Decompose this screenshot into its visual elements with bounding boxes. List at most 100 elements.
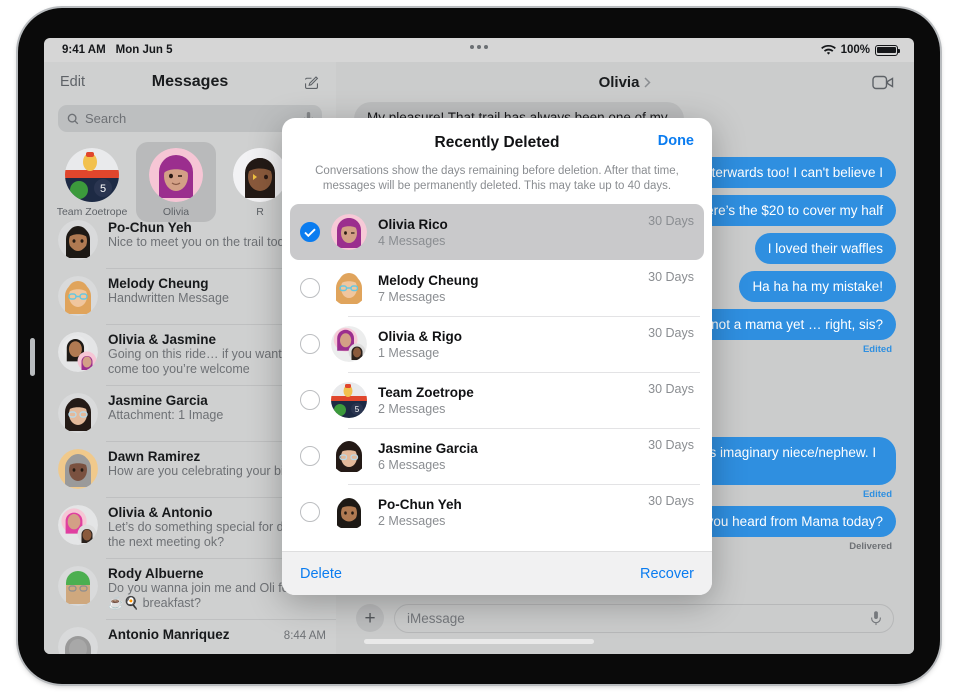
table-row[interactable]: Jasmine Garcia 6 Messages 30 Days bbox=[290, 428, 704, 484]
avatar bbox=[331, 438, 367, 474]
status-bar-right: 100% bbox=[820, 44, 901, 56]
home-indicator[interactable] bbox=[364, 639, 594, 644]
dialog-header: Recently Deleted Done bbox=[282, 118, 712, 152]
avatar bbox=[149, 148, 203, 202]
row-checkbox[interactable] bbox=[300, 446, 320, 466]
contact-name: Dawn Ramirez bbox=[108, 449, 201, 464]
days-remaining: 30 Days bbox=[648, 270, 694, 284]
imessage-input[interactable]: iMessage bbox=[394, 603, 894, 633]
conversation-name: Team Zoetrope bbox=[378, 384, 474, 400]
table-row[interactable]: Melody Cheung 7 Messages 30 Days bbox=[290, 260, 704, 316]
ipad-screen: 9:41 AM Mon Jun 5 100% Edit Messages Sea… bbox=[44, 38, 914, 654]
message-bubble[interactable]: I loved their waffles bbox=[754, 233, 896, 264]
avatar: 5 bbox=[65, 148, 119, 202]
days-remaining: 30 Days bbox=[648, 382, 694, 396]
recover-button[interactable]: Recover bbox=[640, 566, 694, 582]
mic-icon[interactable] bbox=[871, 610, 881, 626]
deleted-conversations-list[interactable]: Olivia Rico 4 Messages 30 Days Melody Ch… bbox=[282, 204, 712, 551]
page-title: Messages bbox=[151, 73, 229, 90]
avatar bbox=[233, 148, 287, 202]
compose-icon[interactable] bbox=[303, 74, 320, 91]
dialog-footer: Delete Recover bbox=[282, 551, 712, 595]
ipad-device-frame: 9:41 AM Mon Jun 5 100% Edit Messages Sea… bbox=[18, 8, 940, 684]
wifi-icon bbox=[820, 44, 836, 55]
status-time: 9:41 AM bbox=[62, 44, 106, 56]
dialog-title: Recently Deleted bbox=[434, 134, 560, 151]
edit-button[interactable]: Edit bbox=[60, 74, 85, 90]
table-row[interactable]: 5 Team Zoetrope 2 Messages 30 Days bbox=[290, 372, 704, 428]
chat-navbar: Olivia bbox=[336, 62, 914, 102]
avatar bbox=[58, 449, 98, 489]
message-bubble[interactable]: Here’s the $20 to cover my half bbox=[683, 195, 896, 226]
message-bubble[interactable]: Ha ha ha my mistake! bbox=[739, 271, 896, 302]
days-remaining: 30 Days bbox=[648, 494, 694, 508]
row-text: Jasmine Garcia 6 Messages bbox=[378, 441, 637, 472]
avatar bbox=[58, 627, 98, 654]
table-row[interactable]: Olivia & Rigo 1 Message 30 Days bbox=[290, 316, 704, 372]
avatar-group bbox=[58, 505, 98, 545]
status-date: Mon Jun 5 bbox=[115, 44, 173, 56]
conversation-name: Jasmine Garcia bbox=[378, 440, 478, 456]
facetime-video-icon[interactable] bbox=[872, 75, 894, 90]
search-placeholder: Search bbox=[85, 111, 127, 126]
avatar-group bbox=[331, 326, 367, 362]
row-text: Melody Cheung 7 Messages bbox=[378, 273, 637, 304]
pinned-item[interactable]: 5 Team Zoetrope bbox=[52, 142, 132, 222]
conversation-name: Po-Chun Yeh bbox=[378, 496, 462, 512]
avatar bbox=[331, 494, 367, 530]
list-item[interactable]: Antonio Manriquez 8:44 AM bbox=[44, 619, 336, 654]
dialog-description: Conversations show the days remaining be… bbox=[315, 165, 679, 192]
row-text: Olivia Rico 4 Messages bbox=[378, 217, 637, 248]
chat-title: Olivia bbox=[598, 73, 640, 91]
timestamp: 8:44 AM bbox=[283, 630, 326, 642]
device-side-button bbox=[30, 338, 35, 376]
avatar bbox=[331, 214, 367, 250]
avatar: 5 bbox=[331, 382, 367, 418]
chevron-right-icon bbox=[644, 76, 651, 88]
contact-name: Olivia & Antonio bbox=[108, 505, 213, 520]
status-bar-left: 9:41 AM Mon Jun 5 bbox=[62, 44, 173, 56]
message-composer: + iMessage bbox=[336, 598, 914, 638]
message-count: 4 Messages bbox=[378, 233, 446, 248]
done-button[interactable]: Done bbox=[658, 133, 694, 149]
avatar bbox=[58, 276, 98, 316]
multitasking-dots[interactable] bbox=[470, 45, 488, 49]
contact-name: Jasmine Garcia bbox=[108, 393, 208, 408]
contact-name: Po-Chun Yeh bbox=[108, 220, 192, 235]
contact-name: Antonio Manriquez bbox=[108, 627, 230, 642]
contact-name: Rody Albuerne bbox=[108, 566, 204, 581]
row-checkbox[interactable] bbox=[300, 334, 320, 354]
contact-name: Melody Cheung bbox=[108, 276, 209, 291]
pinned-item-olivia[interactable]: Olivia bbox=[136, 142, 216, 222]
row-text: Team Zoetrope 2 Messages bbox=[378, 385, 637, 416]
battery-icon bbox=[875, 44, 901, 56]
avatar bbox=[58, 220, 98, 260]
conversation-name: Olivia Rico bbox=[378, 216, 448, 232]
svg-text:5: 5 bbox=[100, 183, 106, 195]
table-row[interactable]: Olivia Rico 4 Messages 30 Days bbox=[290, 204, 704, 260]
message-count: 1 Message bbox=[378, 345, 440, 360]
conversation-name: Melody Cheung bbox=[378, 272, 479, 288]
recently-deleted-dialog: Recently Deleted Done Conversations show… bbox=[282, 118, 712, 595]
delete-button[interactable]: Delete bbox=[300, 566, 342, 582]
message-count: 2 Messages bbox=[378, 401, 446, 416]
row-checkbox[interactable] bbox=[300, 390, 320, 410]
row-checkbox[interactable] bbox=[300, 222, 320, 242]
plus-icon[interactable]: + bbox=[356, 604, 384, 632]
row-text: Olivia & Rigo 1 Message bbox=[378, 329, 637, 360]
imessage-placeholder: iMessage bbox=[407, 610, 465, 626]
avatar-group bbox=[58, 332, 98, 372]
conversation-name: Olivia & Rigo bbox=[378, 328, 463, 344]
row-text: Po-Chun Yeh 2 Messages bbox=[378, 497, 637, 528]
list-item-body: Antonio Manriquez 8:44 AM bbox=[108, 627, 326, 654]
avatar bbox=[331, 270, 367, 306]
table-row[interactable]: Po-Chun Yeh 2 Messages 30 Days bbox=[290, 484, 704, 540]
row-checkbox[interactable] bbox=[300, 278, 320, 298]
row-checkbox[interactable] bbox=[300, 502, 320, 522]
avatar bbox=[58, 566, 98, 606]
message-count: 2 Messages bbox=[378, 513, 446, 528]
chat-contact-button[interactable]: Olivia bbox=[599, 74, 652, 91]
days-remaining: 30 Days bbox=[648, 214, 694, 228]
battery-percent-label: 100% bbox=[840, 44, 870, 56]
avatar bbox=[58, 393, 98, 433]
